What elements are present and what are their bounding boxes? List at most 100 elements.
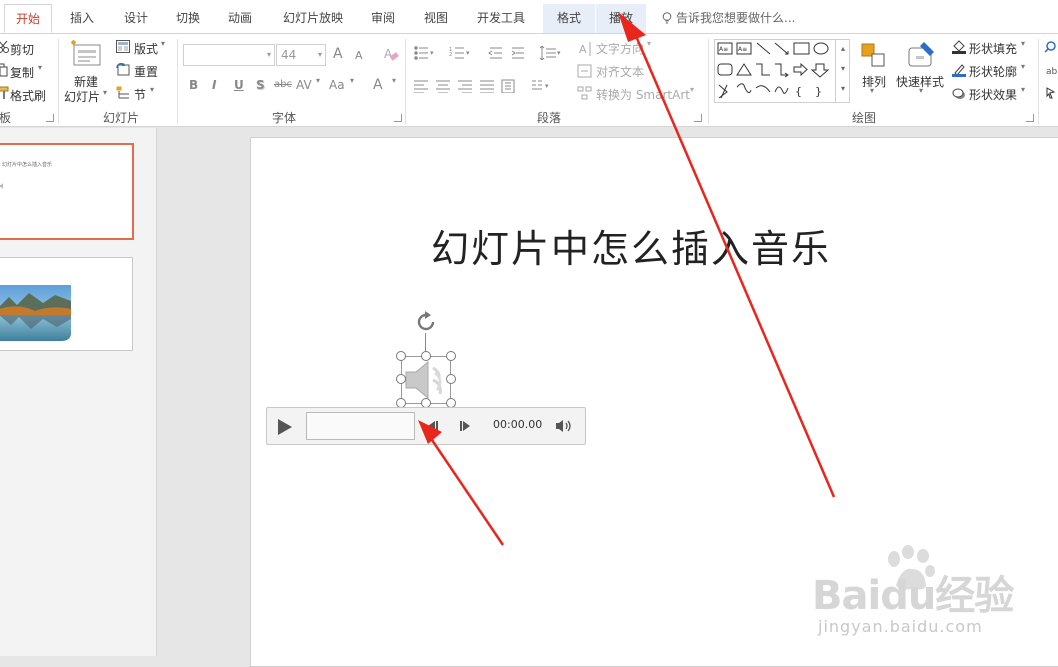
tab-home[interactable]: 开始 [4,4,52,33]
tab-review[interactable]: 审阅 [358,4,408,33]
font-launcher[interactable] [394,114,402,122]
resize-handle[interactable] [396,374,406,384]
slides-group-label: 幻灯片 [102,111,139,125]
tab-playback[interactable]: 播放 [596,4,646,33]
copy-icon [0,63,8,77]
font-group-label: 字体 [271,111,296,125]
char-spacing-dropdown-icon[interactable]: ▾ [316,76,320,85]
drawing-group-label: 绘图 [851,111,876,125]
tab-slideshow[interactable]: 幻灯片放映 [276,4,350,33]
font-size-combo[interactable]: 44 ▾ [276,44,326,66]
change-case-dropdown-icon[interactable]: ▾ [350,76,354,85]
tab-view[interactable]: 视图 [412,4,460,33]
bold-button[interactable]: B [189,78,198,92]
text-direction-dropdown-icon[interactable]: ▾ [647,39,651,48]
play-icon[interactable] [277,418,293,436]
ribbon-separator [708,39,709,124]
lightbulb-icon [662,12,672,24]
reset-icon [116,63,130,76]
copy-dropdown-icon[interactable]: ▾ [38,63,42,72]
tab-design[interactable]: 设计 [112,4,160,33]
shapes-gallery[interactable]: A≡ A≡ { } [714,39,850,103]
tab-format[interactable]: 格式 [543,4,595,33]
clipboard-group-label: 板 [0,111,11,125]
svg-text:▾: ▾ [466,49,470,57]
convert-smartart-button[interactable]: 转换为 SmartArt [596,86,690,103]
paragraph-group-label: 段落 [536,111,561,125]
baidu-watermark: Baidu经验 jingyan.baidu.com [800,545,1050,655]
ribbon-separator [1038,39,1039,124]
align-text-button[interactable]: 对齐文本 [596,63,644,80]
paragraph-launcher[interactable] [694,114,702,122]
arrange-dropdown-icon[interactable]: ▾ [870,86,874,95]
shape-effects-dropdown-icon[interactable]: ▾ [1021,85,1025,94]
seek-bar[interactable] [306,412,415,440]
section-button[interactable]: 节 [134,86,146,103]
slide-thumbnail-2[interactable] [0,257,133,351]
font-color-dropdown-icon[interactable]: ▾ [392,76,396,85]
tell-me-search[interactable]: 告诉我您想要做什么... [662,4,795,33]
change-case-button[interactable]: Aa [329,78,345,92]
shapes-scroll[interactable]: ▴ ▾ ▾ [835,39,850,103]
shape-fill-dropdown-icon[interactable]: ▾ [1021,39,1025,48]
list-buttons[interactable]: ▾ 12 ▾ ▾ [414,45,564,61]
resize-handle[interactable] [446,374,456,384]
shadow-button[interactable]: S [256,78,265,92]
underline-button[interactable]: U [234,78,244,92]
tab-animations[interactable]: 动画 [216,4,264,33]
forward-icon[interactable] [459,420,473,432]
svg-text:▾: ▾ [557,49,561,57]
shape-fill-button[interactable]: 形状填充 [969,40,1017,57]
smartart-icon [577,86,593,100]
new-slide-dropdown-icon[interactable]: ▾ [103,88,107,97]
rotate-icon[interactable] [414,310,438,334]
drawing-launcher[interactable] [1026,114,1034,122]
speaker-icon[interactable] [404,358,448,402]
shape-effects-button[interactable]: 形状效果 [969,86,1017,103]
clear-formatting-icon[interactable]: A [383,46,399,62]
strikethrough-button[interactable]: abc [274,79,292,90]
layout-button[interactable]: 版式 [134,40,158,57]
resize-handle[interactable] [421,351,431,361]
new-slide-icon [70,40,102,68]
copy-button[interactable]: 复制 [10,64,34,81]
layout-dropdown-icon[interactable]: ▾ [161,39,165,48]
shrink-font-button[interactable]: A [355,49,363,62]
slide-title[interactable]: 幻灯片中怎么插入音乐 [431,218,831,273]
section-dropdown-icon[interactable]: ▾ [150,85,154,94]
cut-button[interactable]: 剪切 [10,41,34,58]
ribbon-tab-bar: 开始 插入 设计 切换 动画 幻灯片放映 审阅 视图 开发工具 格式 播放 告诉… [0,0,1058,34]
font-color-button[interactable]: A [373,77,383,93]
quick-styles-dropdown-icon[interactable]: ▾ [919,86,923,95]
alignment-buttons[interactable]: ▾ [414,79,564,94]
grow-font-button[interactable]: A [333,46,343,62]
char-spacing-button[interactable]: AV [296,78,312,92]
shape-outline-dropdown-icon[interactable]: ▾ [1021,62,1025,71]
text-direction-button[interactable]: 文字方向 [596,40,644,57]
ribbon-separator [58,39,59,124]
reset-button[interactable]: 重置 [134,63,158,80]
rewind-icon[interactable] [425,420,439,432]
shape-outline-button[interactable]: 形状轮廓 [969,63,1017,80]
clipboard-launcher[interactable] [46,114,54,122]
resize-handle[interactable] [446,351,456,361]
resize-handle[interactable] [396,351,406,361]
smartart-dropdown-icon[interactable]: ▾ [690,85,694,94]
volume-icon[interactable] [555,419,573,433]
italic-button[interactable]: I [212,78,216,92]
arrange-icon [860,42,888,68]
font-name-combo[interactable]: ▾ [183,44,275,66]
svg-text:A: A [579,43,587,56]
ribbon-separator [405,39,406,124]
tab-developer[interactable]: 开发工具 [470,4,532,33]
editing-group-partial[interactable]: ab [1044,40,1058,100]
quick-styles-icon [906,40,938,70]
tab-insert[interactable]: 插入 [58,4,106,33]
align-text-dropdown-icon[interactable]: ▾ [647,62,651,71]
format-painter-button[interactable]: 格式刷 [10,87,46,104]
slide-thumbnail-1[interactable]: 幻灯片中怎么插入音乐 [0,143,134,240]
tab-transitions[interactable]: 切换 [164,4,212,33]
layout-icon [116,40,130,53]
cut-icon [0,40,10,54]
new-slide-label-2[interactable]: 幻灯片 [64,88,100,105]
